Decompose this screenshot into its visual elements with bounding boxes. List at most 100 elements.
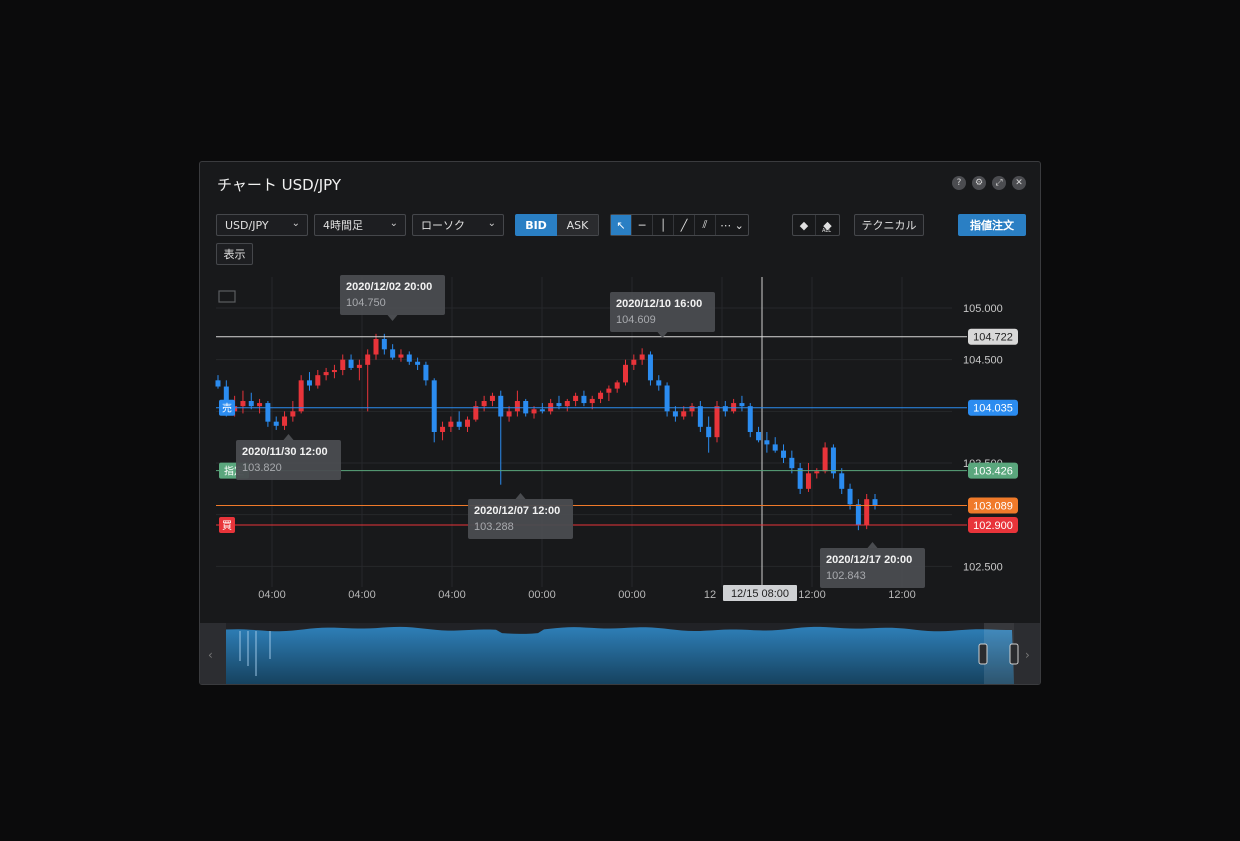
gear-icon[interactable]: ⚙ — [972, 176, 986, 190]
eraser-icon[interactable]: ◆ — [793, 215, 816, 235]
timeframe-select[interactable]: 4時間足 ⌄ — [314, 214, 406, 236]
annotation-date: 2020/12/10 16:00 — [616, 298, 702, 310]
candle-body — [298, 380, 304, 412]
annotation-date: 2020/12/17 20:00 — [826, 554, 912, 566]
candle-body — [781, 450, 787, 458]
price-tag-label: 売 — [222, 402, 232, 415]
chart-navigator[interactable]: ‹ › — [200, 623, 1040, 684]
chart-style-select[interactable]: ローソク ⌄ — [412, 214, 504, 236]
candle-body — [464, 419, 470, 427]
candle-body — [797, 468, 803, 489]
candle-body — [506, 411, 512, 417]
candle-body — [498, 395, 504, 417]
trend-line-tool-icon[interactable]: ╱ — [674, 215, 695, 235]
candle-body — [606, 388, 612, 393]
annotation-pointer — [283, 434, 294, 440]
navigator-left-arrow-bg — [200, 623, 226, 684]
annotation-value: 102.843 — [826, 570, 866, 582]
parallel-lines-tool-icon[interactable]: ⫽ — [695, 215, 716, 235]
ask-button[interactable]: ASK — [557, 214, 599, 236]
annotation-pointer — [387, 315, 398, 321]
candle-body — [847, 488, 853, 505]
candle-body — [872, 499, 878, 506]
window-controls: ? ⚙ ⤢ ✕ — [952, 176, 1026, 190]
limit-order-button[interactable]: 指値注文 — [958, 214, 1026, 236]
help-icon[interactable]: ? — [952, 176, 966, 190]
timeframe-select-value: 4時間足 — [323, 219, 363, 232]
candle-body — [822, 447, 828, 472]
price-annotation: 2020/12/07 12:00 103.288 — [468, 493, 573, 539]
candle-body — [539, 409, 545, 412]
x-tick-label: 04:00 — [258, 589, 286, 601]
chevron-down-icon: ⌄ — [389, 218, 398, 229]
price-tag-label: 買 — [222, 520, 232, 532]
price-annotation: 2020/12/02 20:00 104.750 — [340, 275, 445, 321]
candle-body — [805, 473, 811, 489]
chart-canvas[interactable]: 105.000104.500103.500102.50004:0004:0004… — [200, 162, 1040, 684]
technical-button[interactable]: テクニカル — [854, 214, 924, 236]
price-annotation: 2020/12/17 20:00 102.843 — [820, 542, 925, 588]
navigator-area — [226, 626, 1014, 684]
bid-button[interactable]: BID — [515, 214, 557, 236]
candle-body — [789, 457, 795, 469]
symbol-select[interactable]: USD/JPY ⌄ — [216, 214, 308, 236]
annotation-value: 104.750 — [346, 297, 386, 309]
cursor-tool-icon[interactable]: ↖ — [611, 215, 632, 235]
close-icon[interactable]: ✕ — [1012, 176, 1026, 190]
candle-body — [323, 372, 329, 376]
candle-body — [573, 395, 579, 401]
candle-body — [864, 499, 870, 525]
candle-body — [697, 406, 703, 427]
x-tick-label: 12:00 — [798, 589, 826, 601]
eraser-all-icon[interactable]: ◆ ALL — [816, 215, 839, 235]
expand-icon[interactable]: ⤢ — [992, 176, 1006, 190]
annotation-value: 103.288 — [474, 521, 514, 533]
candle-body — [548, 403, 554, 412]
price-badge-label: 103.426 — [973, 466, 1013, 478]
candle-body — [639, 354, 645, 360]
y-tick-label: 105.000 — [963, 303, 1003, 315]
navigator-handle-left — [978, 643, 988, 665]
candle-body — [855, 504, 861, 525]
crosshair-time-label: 12/15 08:00 — [731, 588, 789, 600]
candle-body — [481, 401, 487, 407]
navigator-overview[interactable]: ‹ › — [200, 623, 1040, 684]
candle-body — [656, 380, 662, 386]
annotation-value: 104.609 — [616, 314, 656, 326]
chart-toolbar: USD/JPY ⌄ 4時間足 ⌄ ローソク ⌄ BID ASK ↖ ─ │ ╱ … — [216, 214, 1026, 238]
candle-body — [589, 398, 595, 404]
display-button[interactable]: 表示 — [216, 243, 253, 265]
candle-body — [614, 382, 620, 389]
candle-body — [440, 426, 446, 432]
symbol-select-value: USD/JPY — [225, 218, 269, 232]
candle-body — [731, 403, 737, 412]
candle-body — [581, 395, 587, 404]
chart-window: 105.000104.500103.500102.50004:0004:0004… — [199, 161, 1041, 685]
candle-body — [306, 380, 312, 386]
candle-body — [623, 364, 629, 383]
candle-body — [556, 403, 562, 407]
candle-body — [564, 401, 570, 407]
candle-body — [340, 359, 346, 370]
candle-body — [747, 406, 753, 432]
x-tick-label: 00:00 — [618, 589, 646, 601]
annotation-date: 2020/11/30 12:00 — [242, 446, 328, 458]
candle-body — [839, 473, 845, 489]
candle-body — [739, 403, 745, 407]
vertical-line-tool-icon[interactable]: │ — [653, 215, 674, 235]
price-annotation: 2020/12/10 16:00 104.609 — [610, 292, 715, 338]
eraser-tools: ◆ ◆ ALL — [792, 214, 840, 236]
y-tick-label: 102.500 — [963, 561, 1003, 573]
more-tools-icon[interactable]: ⋯ ⌄ — [716, 215, 748, 235]
candle-body — [598, 392, 604, 399]
price-badge-label: 104.035 — [973, 403, 1013, 415]
x-tick-label: 04:00 — [348, 589, 376, 601]
candle-body — [830, 447, 836, 474]
drawing-tools: ↖ ─ │ ╱ ⫽ ⋯ ⌄ — [610, 214, 749, 236]
candle-body — [240, 401, 246, 407]
horizontal-line-tool-icon[interactable]: ─ — [632, 215, 653, 235]
candle-body — [282, 416, 288, 426]
candle-body — [415, 361, 421, 365]
candle-body — [248, 401, 254, 407]
candle-body — [265, 403, 271, 422]
